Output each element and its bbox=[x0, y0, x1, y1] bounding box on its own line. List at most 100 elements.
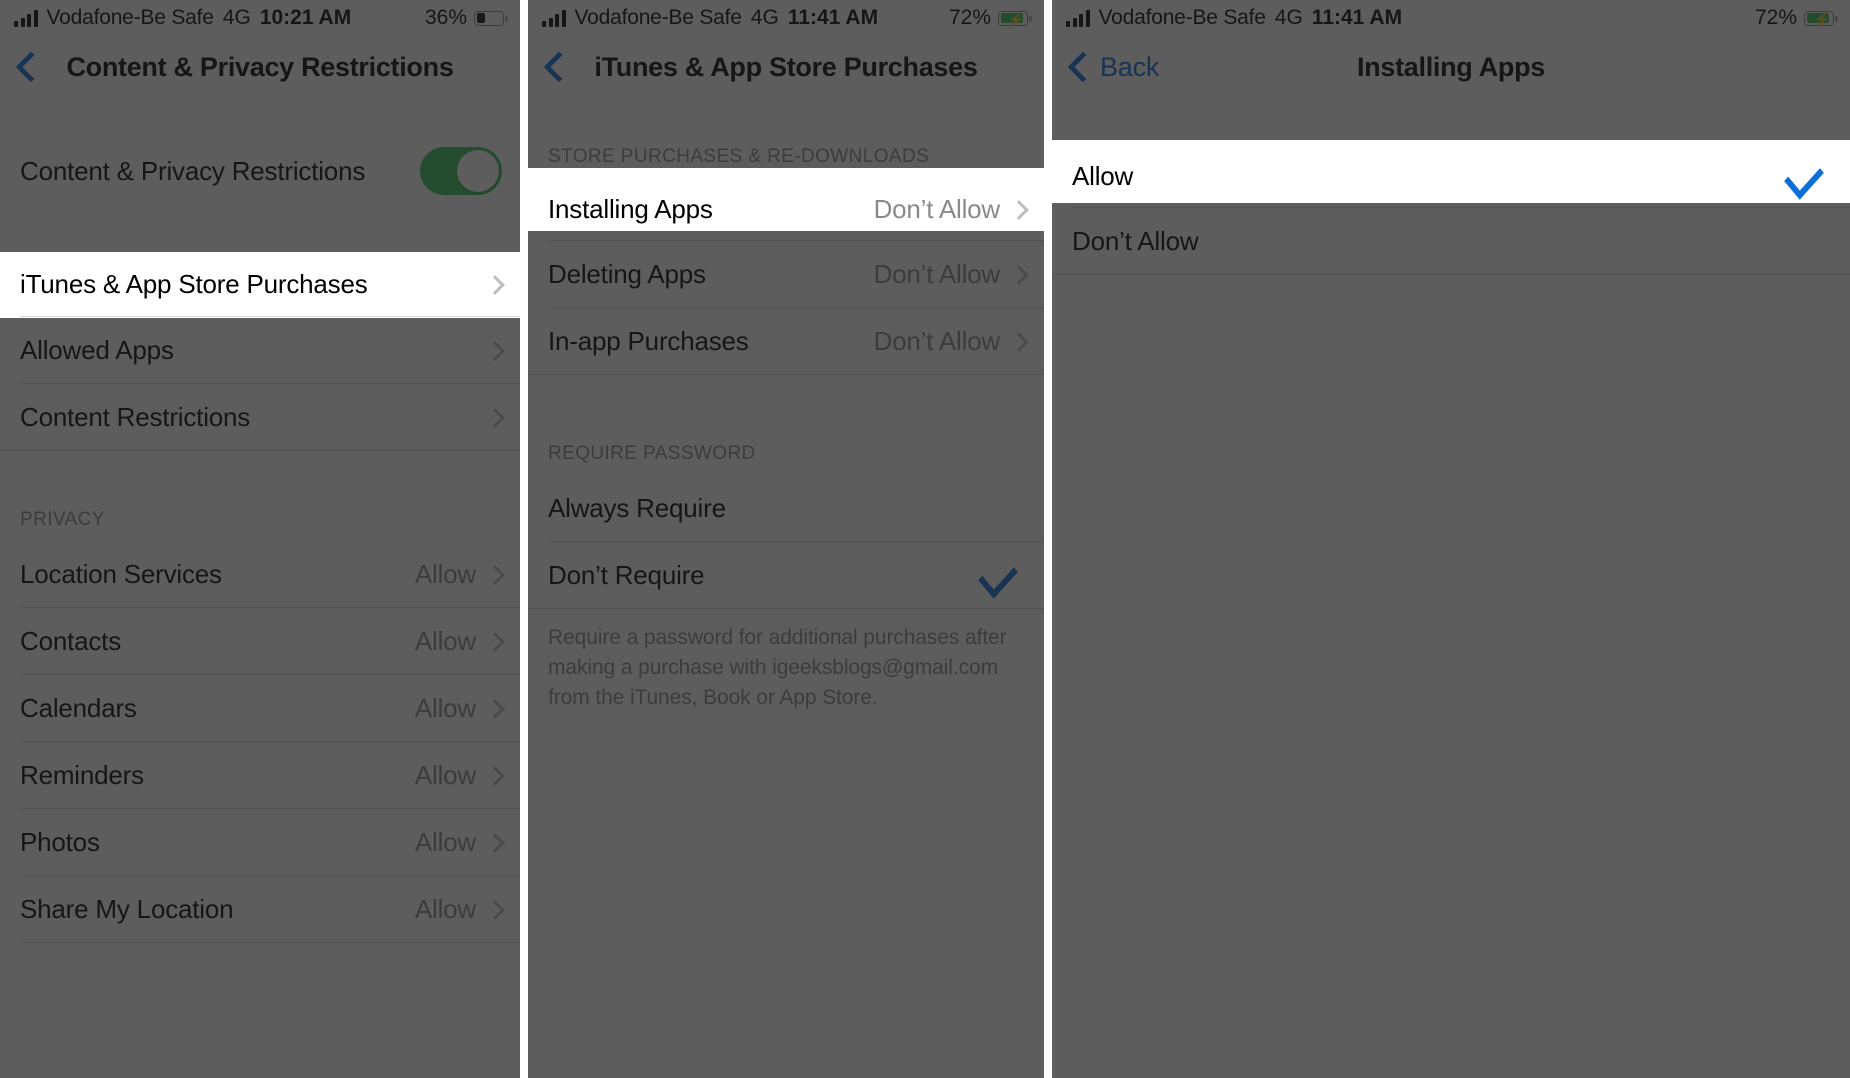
checkmark-icon bbox=[1784, 153, 1824, 200]
sidebar-item-location-services[interactable]: Location Services Allow bbox=[0, 541, 520, 608]
row-value: Don’t Allow bbox=[873, 326, 1001, 356]
option-dont-require[interactable]: Don’t Require bbox=[528, 542, 1044, 609]
row-label: Calendars bbox=[20, 693, 137, 723]
chevron-right-icon bbox=[485, 631, 505, 652]
back-button-1[interactable] bbox=[0, 51, 47, 83]
battery-percent-label: 36% bbox=[424, 6, 467, 29]
page-title-1: Content & Privacy Restrictions bbox=[66, 51, 454, 82]
status-bar-right-1: 36% bbox=[424, 6, 508, 30]
sidebar-item-itunes-app-store-purchases[interactable]: iTunes & App Store Purchases bbox=[0, 252, 520, 317]
chevron-left-icon bbox=[1067, 51, 1099, 83]
back-button-3[interactable]: Back bbox=[1052, 51, 1160, 83]
section-header-store-purchases: STORE PURCHASES & RE-DOWNLOADS bbox=[528, 140, 1044, 178]
group-spacer-3a bbox=[1052, 98, 1850, 145]
row-value: Allow bbox=[414, 693, 476, 723]
cellular-bars-icon bbox=[542, 9, 566, 27]
panel-divider-2 bbox=[1044, 0, 1052, 1078]
status-bar-right-3: 72% ⚡ bbox=[1754, 6, 1838, 30]
row-label: Allow bbox=[1072, 161, 1134, 191]
back-button-2[interactable] bbox=[528, 51, 575, 83]
group-spacer-2a bbox=[528, 98, 1044, 140]
status-bar-left-3: Vodafone-Be Safe 4G 11:41 AM bbox=[1066, 6, 1402, 30]
row-label: Share My Location bbox=[20, 894, 234, 924]
sidebar-item-share-my-location[interactable]: Share My Location Allow bbox=[0, 876, 520, 943]
group-spacer-1b bbox=[0, 208, 520, 252]
battery-charging-icon: ⚡ bbox=[998, 10, 1032, 27]
sidebar-item-content-restrictions[interactable]: Content Restrictions bbox=[0, 384, 520, 451]
clock-label: 10:21 AM bbox=[259, 6, 352, 29]
clock-label: 11:41 AM bbox=[1311, 6, 1403, 29]
sidebar-item-installing-apps[interactable]: Installing Apps Don’t Allow bbox=[528, 178, 1044, 241]
row-value: Don’t Allow bbox=[873, 194, 1001, 224]
battery-percent-label: 72% bbox=[948, 6, 991, 29]
status-bar-3: Vodafone-Be Safe 4G 11:41 AM 72% ⚡ bbox=[1052, 0, 1850, 36]
battery-low-icon bbox=[474, 10, 508, 26]
group-spacer-1c bbox=[0, 451, 520, 503]
require-password-footnote: Require a password for additional purcha… bbox=[528, 609, 1044, 713]
page-title-3: Installing Apps bbox=[1356, 51, 1545, 82]
sidebar-item-allowed-apps[interactable]: Allowed Apps bbox=[0, 317, 520, 384]
sidebar-item-in-app-purchases[interactable]: In-app Purchases Don’t Allow bbox=[528, 308, 1044, 375]
row-label: Content Restrictions bbox=[20, 402, 251, 432]
row-label: In-app Purchases bbox=[548, 326, 749, 356]
chevron-right-icon bbox=[1009, 264, 1029, 285]
chevron-right-icon bbox=[1009, 199, 1029, 220]
status-bar-right-2: 72% ⚡ bbox=[948, 6, 1032, 30]
row-value: Allow bbox=[414, 760, 476, 790]
back-button-label: Back bbox=[1100, 51, 1160, 82]
chevron-right-icon bbox=[485, 832, 505, 853]
chevron-right-icon bbox=[485, 698, 505, 719]
chevron-right-icon bbox=[485, 564, 505, 585]
option-allow[interactable]: Allow bbox=[1052, 145, 1850, 208]
row-label: Reminders bbox=[20, 760, 144, 790]
status-bar-1: Vodafone-Be Safe 4G 10:21 AM 36% bbox=[0, 0, 520, 36]
status-bar-2: Vodafone-Be Safe 4G 11:41 AM 72% ⚡ bbox=[528, 0, 1044, 36]
option-dont-allow[interactable]: Don’t Allow bbox=[1052, 208, 1850, 275]
row-label: Always Require bbox=[548, 493, 726, 523]
sidebar-item-reminders[interactable]: Reminders Allow bbox=[0, 742, 520, 809]
option-always-require[interactable]: Always Require bbox=[528, 475, 1044, 542]
chevron-left-icon bbox=[543, 51, 575, 83]
sidebar-item-contacts[interactable]: Contacts Allow bbox=[0, 608, 520, 675]
nav-bar-3: Back Installing Apps bbox=[1052, 36, 1850, 98]
section-header-privacy: PRIVACY bbox=[0, 503, 520, 541]
status-bar-left-2: Vodafone-Be Safe 4G 11:41 AM bbox=[542, 6, 878, 30]
sidebar-item-calendars[interactable]: Calendars Allow bbox=[0, 675, 520, 742]
row-content-privacy-restrictions-toggle[interactable]: Content & Privacy Restrictions bbox=[0, 134, 520, 208]
panel-divider-1 bbox=[520, 0, 528, 1078]
row-value: Allow bbox=[414, 626, 476, 656]
network-type-label: 4G bbox=[1274, 6, 1303, 29]
three-screenshot-stage: Vodafone-Be Safe 4G 10:21 AM 36% Content… bbox=[0, 0, 1850, 1078]
carrier-label: Vodafone-Be Safe bbox=[46, 6, 214, 29]
screen-3: Vodafone-Be Safe 4G 11:41 AM 72% ⚡ Back … bbox=[1052, 0, 1850, 1078]
battery-percent-label: 72% bbox=[1754, 6, 1797, 29]
panel-itunes-app-store-purchases: Vodafone-Be Safe 4G 11:41 AM 72% ⚡ iTune… bbox=[528, 0, 1044, 1078]
row-label: Content & Privacy Restrictions bbox=[20, 155, 366, 186]
group-spacer-2b bbox=[528, 375, 1044, 437]
nav-bar-2: iTunes & App Store Purchases bbox=[528, 36, 1044, 98]
panel-installing-apps: Vodafone-Be Safe 4G 11:41 AM 72% ⚡ Back … bbox=[1052, 0, 1850, 1078]
screen-1: Vodafone-Be Safe 4G 10:21 AM 36% Content… bbox=[0, 0, 520, 1078]
network-type-label: 4G bbox=[750, 6, 779, 29]
carrier-label: Vodafone-Be Safe bbox=[574, 6, 742, 29]
chevron-right-icon bbox=[485, 899, 505, 920]
row-value: Allow bbox=[414, 559, 476, 589]
chevron-right-icon bbox=[485, 407, 505, 428]
chevron-right-icon bbox=[485, 274, 505, 295]
row-value: Don’t Allow bbox=[873, 259, 1001, 289]
carrier-label: Vodafone-Be Safe bbox=[1098, 6, 1266, 29]
chevron-right-icon bbox=[1009, 331, 1029, 352]
row-label: Don’t Require bbox=[548, 560, 705, 590]
chevron-right-icon bbox=[485, 765, 505, 786]
page-title-2: iTunes & App Store Purchases bbox=[594, 51, 978, 82]
group-spacer-1a bbox=[0, 98, 520, 134]
cellular-bars-icon bbox=[1066, 9, 1090, 27]
row-label: Location Services bbox=[20, 559, 222, 589]
row-value: Allow bbox=[414, 827, 476, 857]
sidebar-item-deleting-apps[interactable]: Deleting Apps Don’t Allow bbox=[528, 241, 1044, 308]
content-privacy-toggle[interactable] bbox=[420, 147, 502, 195]
chevron-left-icon bbox=[15, 51, 47, 83]
chevron-right-icon bbox=[485, 340, 505, 361]
sidebar-item-photos[interactable]: Photos Allow bbox=[0, 809, 520, 876]
battery-charging-icon: ⚡ bbox=[1804, 10, 1838, 27]
